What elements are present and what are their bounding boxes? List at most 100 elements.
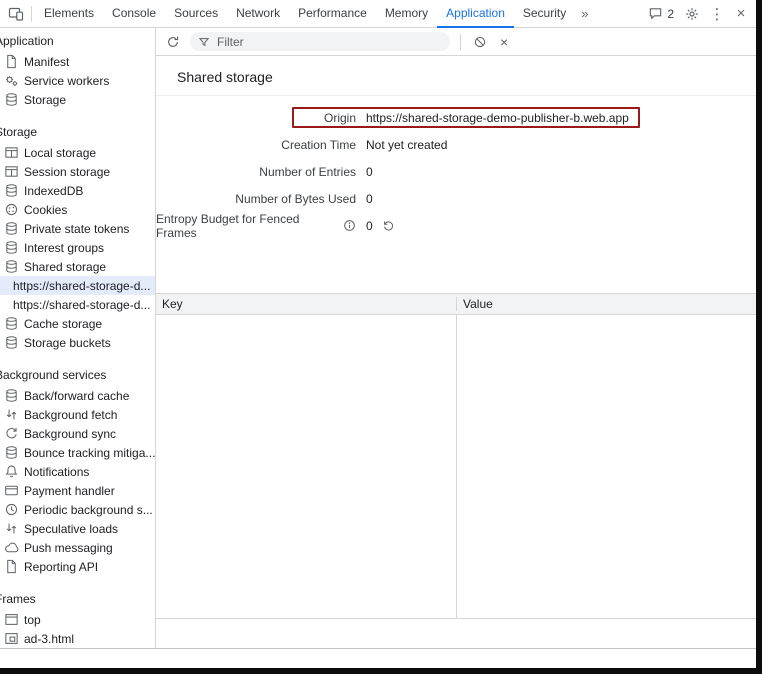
- sidebar-item-cache-storage[interactable]: Cache storage: [0, 314, 155, 333]
- toolbar-divider: [460, 34, 461, 50]
- sidebar-item-label: Storage: [24, 93, 66, 107]
- sidebar-item-manifest[interactable]: Manifest: [0, 52, 155, 71]
- tab-memory[interactable]: Memory: [376, 0, 437, 28]
- sidebar-item-shared-storage[interactable]: Shared storage: [0, 257, 155, 276]
- document-icon: [4, 54, 19, 69]
- sidebar-item-background-sync[interactable]: Background sync: [0, 424, 155, 443]
- detail-label: Creation Time: [156, 138, 356, 152]
- detail-label-text: Number of Bytes Used: [235, 192, 356, 206]
- sidebar-item-label: Notifications: [24, 465, 89, 479]
- detail-value-text: 0: [366, 192, 373, 206]
- sidebar-item-local-storage[interactable]: Local storage: [0, 143, 155, 162]
- sidebar-item-label: Back/forward cache: [24, 389, 129, 403]
- frame-icon: [4, 612, 19, 627]
- sidebar-item-periodic-background-s[interactable]: Periodic background s...: [0, 500, 155, 519]
- sidebar-section-header-frames: Frames: [0, 589, 155, 610]
- shared-storage-table: Key Value: [156, 293, 756, 619]
- sidebar-item-https-shared-storage-d[interactable]: https://shared-storage-d...: [0, 276, 155, 295]
- sidebar-item-label: Reporting API: [24, 560, 98, 574]
- detail-row-number-of-bytes-used: Number of Bytes Used 0: [156, 185, 756, 212]
- sidebar-item-cookies[interactable]: Cookies: [0, 200, 155, 219]
- table-header-key: Key: [156, 297, 456, 311]
- refresh-icon[interactable]: [164, 33, 182, 51]
- detail-label: Origin: [156, 111, 356, 125]
- sidebar-item-service-workers[interactable]: Service workers: [0, 71, 155, 90]
- console-message-count: 2: [667, 7, 674, 21]
- sidebar-item-bounce-tracking-mitiga[interactable]: Bounce tracking mitiga...: [0, 443, 155, 462]
- close-devtools-icon[interactable]: ×: [730, 5, 752, 22]
- detail-label-text: Entropy Budget for Fenced Frames: [156, 212, 339, 240]
- tabbar-right-controls: 2 ⋮ ×: [644, 2, 756, 26]
- sidebar-item-top[interactable]: top: [0, 610, 155, 629]
- card-icon: [4, 483, 19, 498]
- sidebar-item-label: Bounce tracking mitiga...: [24, 446, 155, 460]
- tab-security[interactable]: Security: [514, 0, 575, 28]
- sidebar-item-session-storage[interactable]: Session storage: [0, 162, 155, 181]
- info-icon[interactable]: [343, 219, 356, 232]
- tab-sources[interactable]: Sources: [165, 0, 227, 28]
- close-icon[interactable]: ×: [497, 34, 511, 50]
- sidebar-item-ad-3-html[interactable]: ad-3.html: [0, 629, 155, 648]
- sidebar-item-private-state-tokens[interactable]: Private state tokens: [0, 219, 155, 238]
- tab-elements[interactable]: Elements: [35, 0, 103, 28]
- tab-performance[interactable]: Performance: [289, 0, 376, 28]
- report-details: Origin https://shared-storage-demo-publis…: [156, 96, 756, 239]
- sidebar-item-background-fetch[interactable]: Background fetch: [0, 405, 155, 424]
- detail-value-text: https://shared-storage-demo-publisher-b.…: [366, 111, 629, 125]
- cookie-icon: [4, 202, 19, 217]
- detail-value-text: 0: [366, 165, 373, 179]
- reset-icon[interactable]: [382, 219, 395, 232]
- sidebar-tree: ApplicationManifest Service workers Storag…: [0, 31, 155, 648]
- devtools-window: ElementsConsoleSourcesNetworkPerformance…: [0, 0, 762, 674]
- block-icon[interactable]: [471, 33, 489, 51]
- iframe-icon: [4, 631, 19, 646]
- sidebar-item-speculative-loads[interactable]: Speculative loads: [0, 519, 155, 538]
- sidebar-item-push-messaging[interactable]: Push messaging: [0, 538, 155, 557]
- sidebar-item-back-forward-cache[interactable]: Back/forward cache: [0, 386, 155, 405]
- devtools-body: ApplicationManifest Service workers Storag…: [0, 28, 756, 648]
- detail-row-number-of-entries: Number of Entries0: [156, 158, 756, 185]
- filter-box[interactable]: [190, 32, 450, 51]
- detail-value: https://shared-storage-demo-publisher-b.…: [366, 111, 629, 125]
- sidebar-item-label: Service workers: [24, 74, 109, 88]
- clock-icon: [4, 502, 19, 517]
- sidebar-item-payment-handler[interactable]: Payment handler: [0, 481, 155, 500]
- sidebar-item-interest-groups[interactable]: Interest groups: [0, 238, 155, 257]
- tab-network[interactable]: Network: [227, 0, 289, 28]
- sidebar-item-label: Periodic background s...: [24, 503, 153, 517]
- fetch-icon: [4, 407, 19, 422]
- device-toolbar-icon[interactable]: [4, 2, 28, 26]
- tab-application[interactable]: Application: [437, 0, 514, 28]
- filter-input[interactable]: [215, 34, 442, 50]
- sync-icon: [4, 426, 19, 441]
- sidebar-item-storage[interactable]: Storage: [0, 90, 155, 109]
- filter-funnel-icon: [198, 36, 210, 48]
- database-icon: [4, 335, 19, 350]
- tab-console[interactable]: Console: [103, 0, 165, 28]
- console-messages-button[interactable]: 2: [644, 6, 678, 21]
- sidebar-item-label: Shared storage: [24, 260, 106, 274]
- sidebar-item-https-shared-storage-d[interactable]: https://shared-storage-d...: [0, 295, 155, 314]
- database-icon: [4, 183, 19, 198]
- sidebar-item-notifications[interactable]: Notifications: [0, 462, 155, 481]
- database-icon: [4, 316, 19, 331]
- bell-icon: [4, 464, 19, 479]
- settings-gear-icon[interactable]: [680, 2, 704, 26]
- table-icon: [4, 145, 19, 160]
- service-worker-icon: [4, 73, 19, 88]
- sidebar-item-label: Session storage: [24, 165, 110, 179]
- panel-toolbar: ×: [156, 28, 756, 56]
- database-icon: [4, 388, 19, 403]
- sidebar-item-reporting-api[interactable]: Reporting API: [0, 557, 155, 576]
- sidebar-item-label: Background sync: [24, 427, 116, 441]
- more-options-icon[interactable]: ⋮: [706, 5, 728, 23]
- window-edge-bottom: [0, 668, 762, 674]
- sidebar-item-indexeddb[interactable]: IndexedDB: [0, 181, 155, 200]
- more-tabs-button[interactable]: »: [575, 6, 594, 21]
- sidebar-section-background-services: Background servicesBack/forward cacheBac…: [0, 365, 155, 576]
- sidebar-item-storage-buckets[interactable]: Storage buckets: [0, 333, 155, 352]
- sidebar-item-label: Interest groups: [24, 241, 104, 255]
- detail-value-text: Not yet created: [366, 138, 447, 152]
- sidebar-item-label: Background fetch: [24, 408, 117, 422]
- sidebar-section-header-application: Application: [0, 31, 155, 52]
